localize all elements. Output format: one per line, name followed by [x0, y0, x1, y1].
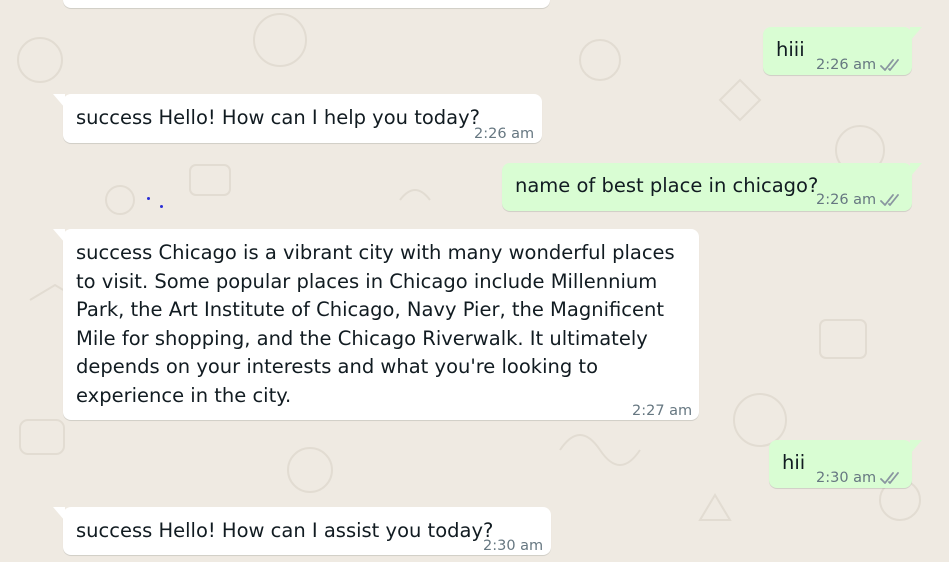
- message-time: 2:27 am: [632, 403, 693, 419]
- message-meta: 2:26 am: [816, 186, 904, 215]
- bubble-tail: [910, 27, 922, 41]
- message-meta: 2:26 am: [816, 51, 904, 80]
- bubble-tail: [53, 507, 65, 521]
- stray-dot: [147, 197, 150, 200]
- message-meta: 2:30 am: [483, 532, 543, 561]
- message-bubble-outgoing[interactable]: hii 2:30 am: [769, 440, 922, 488]
- message-meta: 2:26 am: [474, 120, 534, 149]
- message-text: success Hello! How can I assist you toda…: [76, 519, 494, 542]
- message-meta: 2:27 am: [632, 397, 692, 426]
- message-meta: 2:30 am: [816, 464, 904, 493]
- message-text: success Chicago is a vibrant city with m…: [76, 241, 675, 407]
- message-time: 2:26 am: [816, 192, 877, 208]
- message-bubble-incoming-partial[interactable]: [63, 0, 550, 8]
- message-time: 2:26 am: [474, 126, 535, 142]
- message-text: success Hello! How can I help you today?: [76, 106, 481, 129]
- message-bubble-outgoing[interactable]: name of best place in chicago? 2:26 am: [502, 163, 922, 211]
- bubble-tail: [910, 440, 922, 454]
- message-text: hii: [782, 451, 806, 474]
- double-check-icon: [880, 470, 904, 486]
- message-bubble-outgoing[interactable]: hiii 2:26 am: [763, 27, 922, 75]
- bubble-tail: [53, 229, 65, 243]
- message-bubble-incoming[interactable]: success Hello! How can I assist you toda…: [53, 507, 551, 555]
- message-bubble-incoming[interactable]: success Hello! How can I help you today?…: [53, 94, 542, 143]
- message-text: hiii: [776, 38, 805, 61]
- double-check-icon: [880, 57, 904, 73]
- stray-dot: [160, 205, 163, 208]
- message-text: name of best place in chicago?: [515, 174, 819, 197]
- message-time: 2:30 am: [816, 470, 877, 486]
- message-bubble-incoming[interactable]: success Chicago is a vibrant city with m…: [53, 229, 699, 420]
- double-check-icon: [880, 192, 904, 208]
- message-time: 2:30 am: [483, 538, 544, 554]
- bubble-tail: [53, 94, 65, 108]
- message-time: 2:26 am: [816, 57, 877, 73]
- bubble-tail: [910, 163, 922, 177]
